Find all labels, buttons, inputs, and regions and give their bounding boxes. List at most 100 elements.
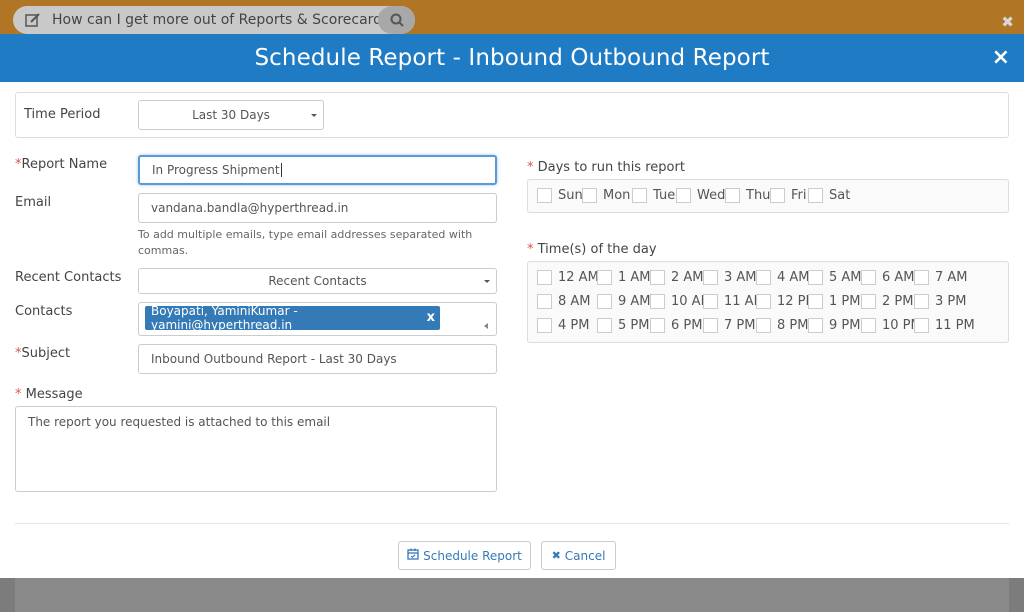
day-label: Tue (653, 188, 676, 203)
time-label: 5 AM (829, 270, 862, 285)
modal-close-icon[interactable]: × (992, 45, 1010, 70)
day-checkbox-thu[interactable] (725, 188, 740, 203)
help-question-text: How can I get more out of Reports & Scor… (52, 12, 397, 28)
time-label: 7 AM (935, 270, 968, 285)
background-page-panel (15, 578, 1009, 612)
day-checkbox-fri[interactable] (770, 188, 785, 203)
time-label: 6 PM (671, 318, 703, 333)
calendar-icon (407, 548, 419, 563)
day-label: Sun (558, 188, 583, 203)
message-textarea[interactable]: The report you requested is attached to … (15, 406, 497, 492)
email-field[interactable]: vandana.bandla@hyperthread.in (138, 193, 497, 223)
edit-icon (24, 12, 42, 28)
footer-divider (15, 523, 1009, 524)
time-checkbox[interactable] (861, 294, 876, 309)
cancel-label: Cancel (564, 548, 606, 563)
time-checkbox[interactable] (756, 270, 771, 285)
contact-tag-text: Boyapati, YaminiKumar - yamini@hyperthre… (151, 304, 298, 332)
time-label: 6 AM (882, 270, 915, 285)
time-label: 11 PM (935, 318, 975, 333)
recent-contacts-label: Recent Contacts (15, 270, 122, 285)
time-checkbox[interactable] (597, 294, 612, 309)
search-icon[interactable] (378, 6, 415, 34)
time-checkbox[interactable] (861, 270, 876, 285)
time-checkbox[interactable] (914, 294, 929, 309)
chevron-down-icon (311, 114, 317, 117)
day-label: Mon (603, 188, 631, 203)
recent-contacts-select[interactable]: Recent Contacts (138, 268, 497, 294)
time-checkbox[interactable] (914, 318, 929, 333)
time-checkbox[interactable] (537, 318, 552, 333)
time-label: 2 AM (671, 270, 704, 285)
days-label: * Days to run this report (527, 160, 685, 175)
times-label: * Time(s) of the day (527, 242, 657, 257)
time-label: 12 AM (558, 270, 599, 285)
close-icon: ✖ (551, 549, 561, 562)
time-label: 3 PM (935, 294, 967, 309)
time-period-select[interactable]: Last 30 Days (138, 100, 324, 130)
subject-label: *Subject (15, 346, 71, 361)
contact-tag: Boyapati, YaminiKumar - yamini@hyperthre… (145, 304, 440, 332)
time-label: 9 AM (618, 294, 651, 309)
remove-contact-button[interactable]: x (427, 310, 435, 325)
time-label: 1 PM (829, 294, 861, 309)
schedule-report-modal: Schedule Report - Inbound Outbound Repor… (0, 34, 1024, 578)
chevron-down-icon (484, 280, 490, 283)
subject-value: Inbound Outbound Report - Last 30 Days (151, 352, 397, 366)
time-period-label: Time Period (24, 107, 101, 122)
time-checkbox[interactable] (756, 294, 771, 309)
email-label: Email (15, 195, 52, 210)
day-checkbox-wed[interactable] (676, 188, 691, 203)
time-checkbox[interactable] (703, 318, 718, 333)
time-checkbox[interactable] (650, 270, 665, 285)
modal-header: Schedule Report - Inbound Outbound Repor… (0, 34, 1024, 82)
time-checkbox[interactable] (808, 318, 823, 333)
cancel-button[interactable]: ✖ Cancel (541, 541, 616, 570)
time-checkbox[interactable] (703, 270, 718, 285)
time-label: 3 AM (724, 270, 757, 285)
time-checkbox[interactable] (597, 270, 612, 285)
day-checkbox-sat[interactable] (808, 188, 823, 203)
time-label: 8 PM (777, 318, 809, 333)
time-checkbox[interactable] (537, 294, 552, 309)
time-label: 9 PM (829, 318, 861, 333)
time-label: 7 PM (724, 318, 756, 333)
subject-input[interactable]: Inbound Outbound Report - Last 30 Days (138, 344, 497, 374)
email-hint: To add multiple emails, type email addre… (138, 228, 473, 257)
day-label: Thu (746, 188, 771, 203)
schedule-report-button[interactable]: Schedule Report (398, 541, 531, 570)
help-search-bar[interactable]: How can I get more out of Reports & Scor… (13, 6, 415, 34)
time-checkbox[interactable] (650, 318, 665, 333)
time-checkbox[interactable] (861, 318, 876, 333)
time-period-value: Last 30 Days (192, 108, 270, 122)
contacts-label: Contacts (15, 304, 73, 319)
time-label: 8 AM (558, 294, 591, 309)
time-checkbox[interactable] (537, 270, 552, 285)
time-label: 1 AM (618, 270, 651, 285)
day-checkbox-tue[interactable] (632, 188, 647, 203)
day-label: Sat (829, 188, 851, 203)
time-checkbox[interactable] (650, 294, 665, 309)
time-label: 5 PM (618, 318, 650, 333)
time-checkbox[interactable] (597, 318, 612, 333)
time-label: 4 AM (777, 270, 810, 285)
time-checkbox[interactable] (703, 294, 718, 309)
time-checkbox[interactable] (914, 270, 929, 285)
day-checkbox-sun[interactable] (537, 188, 552, 203)
time-checkbox[interactable] (756, 318, 771, 333)
message-label: * Message (15, 387, 83, 402)
resize-handle-icon (484, 323, 488, 329)
day-label: Fri (791, 188, 807, 203)
report-name-value: In Progress Shipment (152, 163, 280, 177)
day-checkbox-mon[interactable] (582, 188, 597, 203)
modal-title: Schedule Report - Inbound Outbound Repor… (254, 45, 770, 71)
day-label: Wed (697, 188, 726, 203)
schedule-report-label: Schedule Report (423, 548, 522, 563)
time-label: 4 PM (558, 318, 590, 333)
background-close-icon[interactable]: ✖ (1001, 13, 1014, 31)
report-name-input[interactable]: In Progress Shipment (138, 155, 497, 185)
email-value: vandana.bandla@hyperthread.in (151, 201, 349, 215)
time-checkbox[interactable] (808, 294, 823, 309)
time-checkbox[interactable] (808, 270, 823, 285)
time-label: 2 PM (882, 294, 914, 309)
